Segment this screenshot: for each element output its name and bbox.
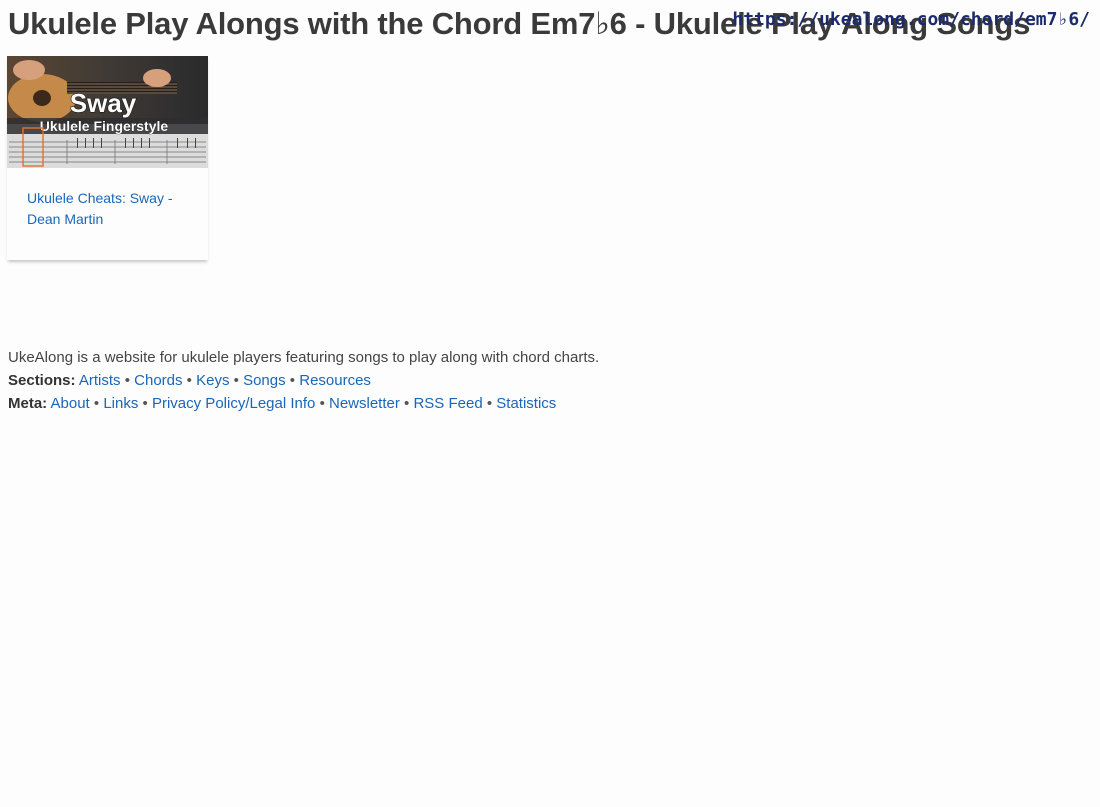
song-link[interactable]: Ukulele Cheats: Sway - Dean Martin [27, 188, 187, 230]
site-description: UkeAlong is a website for ukulele player… [8, 349, 600, 366]
sections-label: Sections: [8, 372, 76, 389]
meta-link-newsletter[interactable]: Newsletter [329, 395, 400, 412]
meta-nav: Meta: About • Links • Privacy Policy/Leg… [8, 392, 599, 415]
nav-link-resources[interactable]: Resources [299, 372, 371, 389]
sections-nav: Sections: Artists • Chords • Keys • Song… [8, 369, 599, 392]
separator: • [486, 395, 493, 412]
separator: • [289, 372, 296, 389]
separator: • [319, 395, 325, 412]
meta-label: Meta: [8, 395, 48, 412]
separator: • [233, 372, 239, 389]
separator: • [93, 395, 100, 412]
meta-link-links[interactable]: Links [103, 395, 138, 412]
meta-link-about[interactable]: About [51, 395, 90, 412]
meta-link-statistics[interactable]: Statistics [496, 395, 556, 412]
separator: • [142, 395, 148, 412]
nav-link-songs[interactable]: Songs [243, 372, 286, 389]
song-card: Sway Ukulele Fingerstyle Ukulele Cheats:… [7, 56, 208, 260]
nav-link-keys[interactable]: Keys [196, 372, 229, 389]
separator: • [186, 372, 192, 389]
separator: • [124, 372, 130, 389]
page-url: https://ukealong.com/chord/em7♭6/ [732, 9, 1090, 30]
thumbnail-title: Sway [70, 88, 137, 118]
site-footer: UkeAlong is a website for ukulele player… [8, 346, 599, 415]
thumbnail-subtitle: Ukulele Fingerstyle [40, 118, 169, 134]
separator: • [404, 395, 410, 412]
meta-link-rss[interactable]: RSS Feed [413, 395, 482, 412]
nav-link-chords[interactable]: Chords [134, 372, 182, 389]
meta-link-privacy[interactable]: Privacy Policy/Legal Info [152, 395, 315, 412]
nav-link-artists[interactable]: Artists [79, 372, 121, 389]
song-thumbnail[interactable]: Sway Ukulele Fingerstyle [7, 56, 208, 168]
